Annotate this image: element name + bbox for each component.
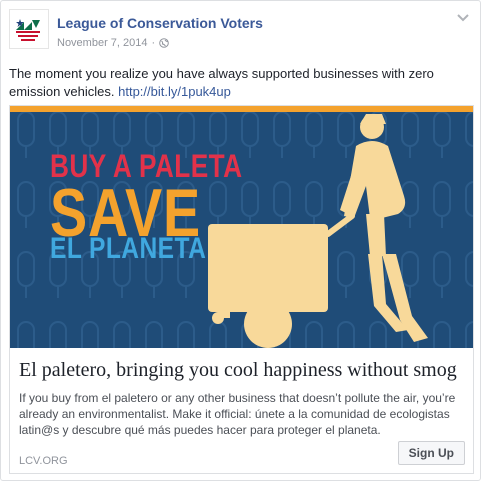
post-date[interactable]: November 7, 2014 [57,37,148,49]
hero-top-stripe [10,106,473,112]
post-text: The moment you realize you have always s… [9,65,469,101]
lcv-logo-avatar[interactable] [9,9,49,49]
lcv-logo-icon [16,19,40,41]
link-preview-card[interactable]: BUY A PALETA SAVE EL PLANETA El paletero… [9,105,474,474]
post-meta: November 7, 2014 · [57,37,169,49]
page-name-link[interactable]: League of Conservation Voters [57,15,263,31]
globe-icon[interactable] [159,38,169,48]
post-link[interactable]: http://bit.ly/1puk4up [118,84,231,99]
chevron-down-icon[interactable] [456,13,470,23]
meta-separator: · [151,37,156,49]
sign-up-button[interactable]: Sign Up [397,441,465,465]
card-title[interactable]: El paletero, bringing you cool happiness… [19,359,464,382]
hero-image[interactable]: BUY A PALETA SAVE EL PLANETA [10,106,473,348]
facebook-post: League of Conservation Voters November 7… [0,0,481,481]
card-description: If you buy from el paletero or any other… [19,391,456,437]
hero-headline-planeta: EL PLANETA [50,232,207,265]
card-domain: LCV.ORG [19,455,68,467]
